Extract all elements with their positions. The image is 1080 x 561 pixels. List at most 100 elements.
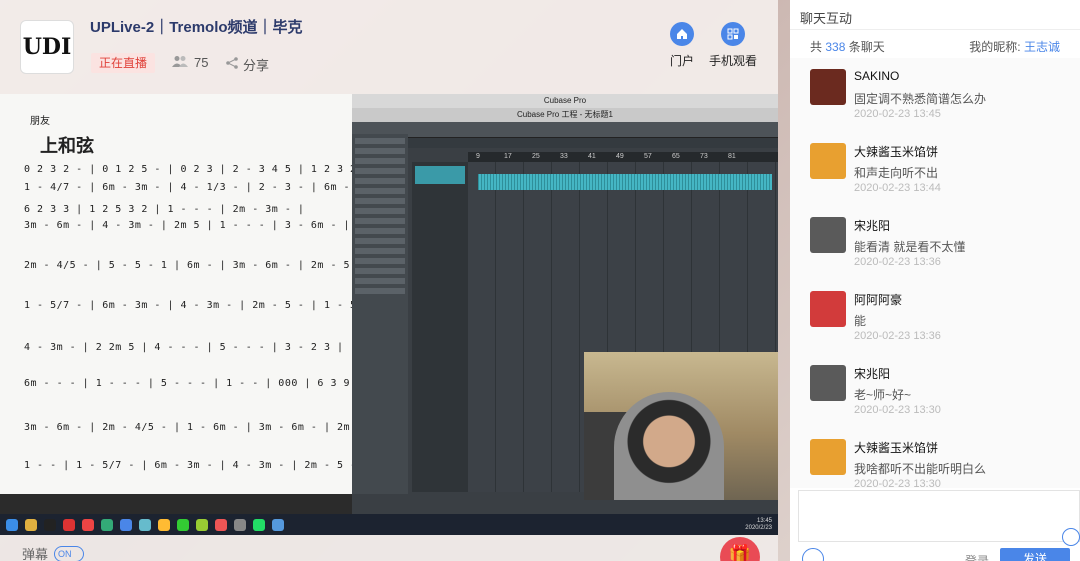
taskbar-clock: 13:45 2020/2/23: [745, 518, 772, 532]
message-text: 固定调不熟悉简谱怎么办: [854, 92, 987, 106]
message-username[interactable]: 宋兆阳: [854, 217, 890, 234]
message-time: 2020-02-23 13:36: [854, 330, 941, 342]
viewer-count: 75: [172, 55, 208, 70]
home-icon: [670, 22, 694, 46]
chat-title: 聊天互动: [790, 0, 1080, 30]
taskbar-app-icon: [63, 518, 75, 531]
chat-panel: 聊天互动 共 338 条聊天 我的昵称: 王志诚 SAKINO 固定调不熟悉简谱怎…: [790, 0, 1080, 561]
ruler-tick-label: 17: [504, 153, 512, 160]
daw-track-list: [412, 162, 468, 492]
chat-message: 阿阿阿豪能 2020-02-23 13:36: [790, 280, 1080, 354]
start-icon: [6, 518, 18, 531]
avatar[interactable]: [810, 291, 846, 327]
users-icon: [172, 55, 188, 70]
ruler-tick-label: 41: [588, 153, 596, 160]
chat-message: 大辣酱玉米馅饼 和声走向听不出 2020-02-23 13:44: [790, 132, 1080, 206]
taskbar-app-icon: [139, 518, 151, 531]
ruler-tick-label: 81: [728, 153, 736, 160]
notation-row: 2m - 4/5 - | 5 - 5 - 1 | 6m - | 3m - 6m …: [24, 260, 352, 271]
login-link[interactable]: 登录: [965, 552, 989, 561]
taskbar-app-icon: [25, 518, 37, 531]
taskbar-app-icon: [101, 518, 113, 531]
share-label: 分享: [243, 58, 270, 73]
taskbar-app-icon: [234, 518, 246, 531]
ruler-tick-label: 65: [672, 153, 680, 160]
ruler-tick-label: 33: [560, 153, 568, 160]
live-status-badge: 正在直播: [91, 53, 156, 73]
ruler-tick-label: 49: [616, 153, 624, 160]
viewer-count-value: 75: [194, 55, 209, 70]
notation-row: 1 - - | 1 - 5/7 - | 6m - 3m - | 4 - 3m -…: [24, 460, 352, 471]
chat-input[interactable]: [798, 490, 1080, 542]
portal-label: 门户: [670, 54, 695, 68]
chat-count: 共 338 条聊天: [810, 40, 885, 54]
message-time: 2020-02-23 13:30: [854, 404, 941, 416]
message-text: 能: [854, 314, 867, 328]
avatar[interactable]: [810, 439, 846, 475]
taskbar-app-icon: [158, 518, 170, 531]
message-username[interactable]: SAKINO: [854, 69, 899, 83]
avatar[interactable]: [810, 69, 846, 105]
chat-count-value: 338: [825, 40, 846, 54]
daw-project-title: Cubase Pro 工程 - 无标题1: [352, 108, 778, 122]
notation-row: 4 - 3m - | 2 2m 5 | 4 - - - | 5 - - - | …: [24, 342, 344, 353]
room-title: UPLive-2｜Tremolo频道｜毕克: [90, 19, 303, 36]
message-username[interactable]: 阿阿阿豪: [854, 291, 902, 308]
daw-inspector: [352, 134, 408, 494]
avatar[interactable]: [810, 143, 846, 179]
danmu-toggle[interactable]: ON: [54, 545, 85, 561]
chat-message: 宋兆阳老~师~好~ 2020-02-23 13:30: [790, 354, 1080, 428]
nickname-value[interactable]: 王志诚: [1024, 40, 1060, 54]
chat-meta: 共 338 条聊天 我的昵称: 王志诚: [790, 30, 1080, 58]
avatar[interactable]: [810, 217, 846, 253]
mobile-view-button[interactable]: 手机观看: [709, 22, 757, 69]
message-username[interactable]: 宋兆阳: [854, 365, 890, 382]
message-username[interactable]: 大辣酱玉米馅饼: [854, 439, 938, 456]
sheet-author: 朋友: [30, 116, 50, 127]
notation-row: 0 2 3 2 - | 0 1 2 5 - | 0 2 3 | 2 - 3 4 …: [24, 164, 352, 175]
chat-footer: 登录 发送: [790, 542, 1080, 561]
live-video-stream[interactable]: 朋友 上和弦 0 2 3 2 - | 0 1 2 5 - | 0 2 3 | 2…: [0, 94, 778, 535]
notation-row: 3m - 6m - | 4 - 3m - | 2m 5 | 1 - - - | …: [24, 220, 351, 231]
taskbar-app-icon: [215, 518, 227, 531]
portal-button[interactable]: 门户: [670, 22, 694, 69]
taskbar-app-icon: [120, 518, 132, 531]
mobile-view-label: 手机观看: [709, 54, 758, 68]
sheet-music: 朋友 上和弦 0 2 3 2 - | 0 1 2 5 - | 0 2 3 | 2…: [0, 94, 352, 494]
clock-date: 2020/2/23: [745, 524, 772, 531]
message-text: 能看清 就是看不太懂: [854, 240, 966, 254]
chat-message-list[interactable]: SAKINO 固定调不熟悉简谱怎么办 2020-02-23 13:45 大辣酱玉米馅饼…: [790, 58, 1080, 488]
chat-message: 大辣酱玉米馅饼 我啥都听不出能听明白么 2020-02-23 13:30: [790, 428, 1080, 488]
scroll-handle[interactable]: [1062, 528, 1080, 546]
daw-toolbar-secondary: [352, 138, 778, 148]
taskbar-app-icon: [253, 518, 265, 531]
danmu-control[interactable]: 弹幕 ON: [22, 544, 85, 561]
room-header: UDI UPLive-2｜Tremolo频道｜毕克 正在直播 75 分享 门户 …: [0, 0, 778, 94]
message-username[interactable]: 大辣酱玉米馅饼: [854, 143, 938, 160]
notation-row: 6m - - - | 1 - - - | 5 - - - | 1 - - | 0…: [24, 378, 352, 389]
avatar[interactable]: [810, 365, 846, 401]
streamer-video: [614, 392, 724, 500]
chat-message: SAKINO 固定调不熟悉简谱怎么办 2020-02-23 13:45: [790, 58, 1080, 132]
gift-button[interactable]: 🎁: [720, 537, 760, 561]
message-time: 2020-02-23 13:44: [854, 182, 941, 194]
notation-row: 1 - 4/7 - | 6m - 3m - | 4 - 1/3 - | 2 - …: [24, 182, 352, 193]
taskbar-app-icon: [44, 518, 56, 531]
send-button[interactable]: 发送: [1000, 548, 1070, 561]
message-text: 和声走向听不出: [854, 166, 939, 180]
share-button[interactable]: 分享: [226, 55, 269, 74]
bottom-bar: 弹幕 ON 🎁: [0, 535, 778, 561]
chat-message: 宋兆阳 能看清 就是看不太懂 2020-02-23 13:36: [790, 206, 1080, 280]
emoji-icon[interactable]: [802, 548, 824, 561]
clock-time: 13:45: [756, 517, 772, 524]
webcam-overlay: [584, 352, 778, 500]
ruler-tick-label: 25: [532, 153, 540, 160]
ruler-tick-label: 57: [644, 153, 652, 160]
message-time: 2020-02-23 13:45: [854, 108, 941, 120]
notation-row: 1 - 5/7 - | 6m - 3m - | 4 - 3m - | 2m - …: [24, 300, 352, 311]
channel-logo: UDI: [20, 20, 74, 74]
message-text: 我啥都听不出能听明白么: [854, 462, 987, 476]
danmu-label: 弹幕: [22, 547, 49, 561]
daw-toolbar: [352, 122, 778, 138]
message-text: 老~师~好~: [854, 388, 912, 402]
